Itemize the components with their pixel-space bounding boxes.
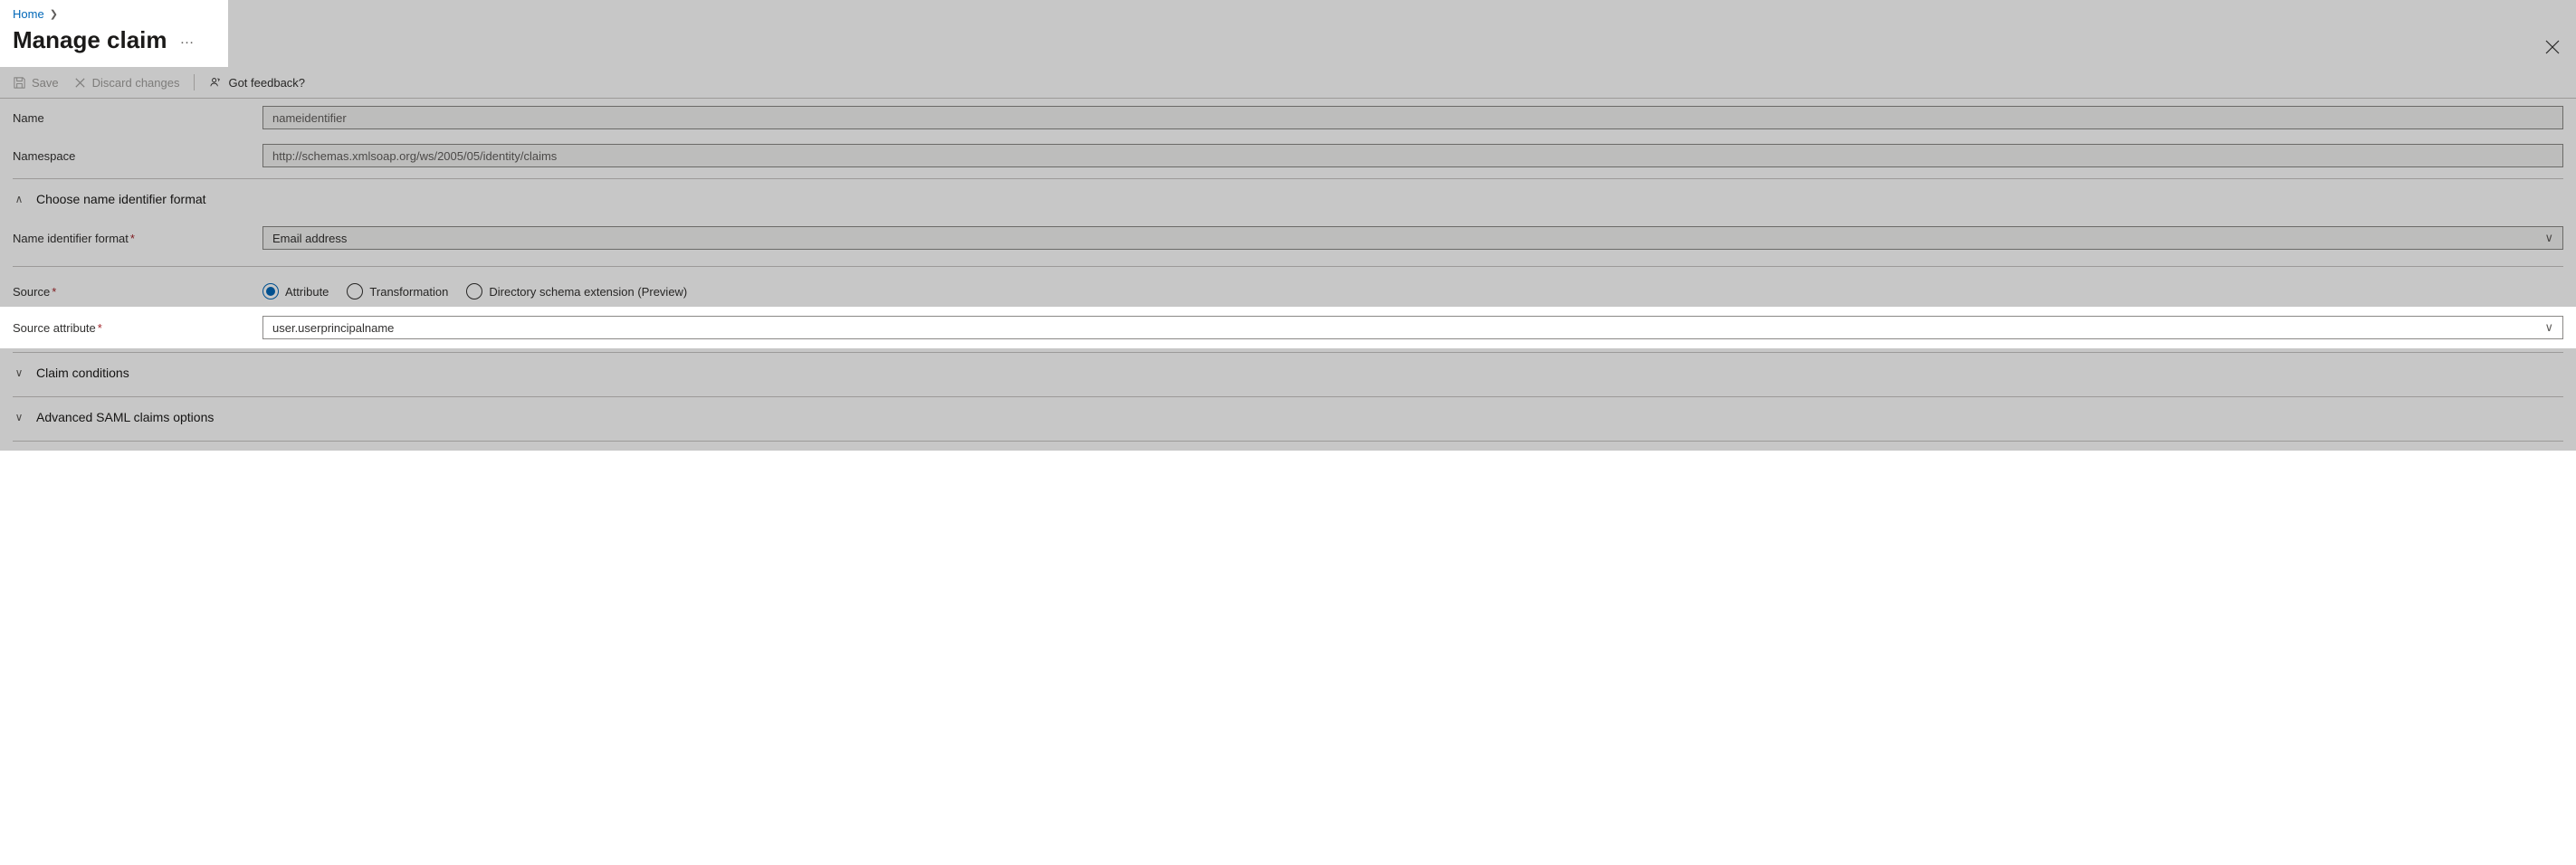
breadcrumb-home[interactable]: Home (13, 7, 44, 21)
claim-conditions-section[interactable]: ∨ Claim conditions (13, 353, 2563, 393)
toolbar-divider (194, 74, 195, 90)
source-attribute-value: user.userprincipalname (272, 321, 394, 335)
source-transformation-radio[interactable]: Transformation (347, 283, 448, 299)
source-attribute-label: Source attribute* (13, 321, 262, 335)
name-input[interactable] (262, 106, 2563, 129)
chevron-down-icon: ∨ (13, 411, 25, 423)
chevron-up-icon: ∧ (13, 193, 25, 205)
close-icon (2545, 40, 2560, 54)
page-title: Manage claim (13, 26, 167, 54)
chevron-down-icon: ∨ (2544, 231, 2553, 245)
name-identifier-format-section[interactable]: ∧ Choose name identifier format (13, 179, 2563, 219)
chevron-down-icon: ∨ (13, 366, 25, 379)
claim-conditions-label: Claim conditions (36, 366, 129, 380)
chevron-right-icon: ❯ (50, 8, 58, 20)
source-radio-group: Attribute Transformation Directory schem… (262, 283, 2563, 299)
source-directory-label: Directory schema extension (Preview) (489, 285, 687, 299)
feedback-icon (209, 76, 223, 90)
save-icon (13, 76, 26, 90)
source-transformation-label: Transformation (369, 285, 448, 299)
name-identifier-format-select[interactable]: Email address ∨ (262, 226, 2563, 250)
discard-icon (73, 76, 87, 90)
feedback-label: Got feedback? (228, 76, 305, 90)
name-label: Name (13, 111, 262, 125)
nif-value: Email address (272, 232, 347, 245)
save-button[interactable]: Save (13, 76, 59, 90)
feedback-button[interactable]: Got feedback? (209, 76, 305, 90)
advanced-saml-label: Advanced SAML claims options (36, 410, 214, 424)
advanced-saml-section[interactable]: ∨ Advanced SAML claims options (13, 397, 2563, 437)
chevron-down-icon: ∨ (2544, 320, 2553, 335)
source-attribute-label: Attribute (285, 285, 329, 299)
discard-button[interactable]: Discard changes (73, 76, 180, 90)
close-button[interactable] (2545, 40, 2560, 57)
namespace-label: Namespace (13, 149, 262, 163)
source-attribute-radio[interactable]: Attribute (262, 283, 329, 299)
namespace-input[interactable] (262, 144, 2563, 167)
nif-label: Name identifier format* (13, 232, 262, 245)
source-attribute-select[interactable]: user.userprincipalname ∨ (262, 316, 2563, 339)
discard-label: Discard changes (92, 76, 180, 90)
nif-section-label: Choose name identifier format (36, 192, 206, 206)
more-icon[interactable]: … (180, 32, 196, 50)
source-directory-radio[interactable]: Directory schema extension (Preview) (466, 283, 687, 299)
source-label: Source* (13, 285, 262, 299)
divider (13, 441, 2563, 442)
breadcrumb: Home ❯ (0, 0, 228, 21)
save-label: Save (32, 76, 59, 90)
